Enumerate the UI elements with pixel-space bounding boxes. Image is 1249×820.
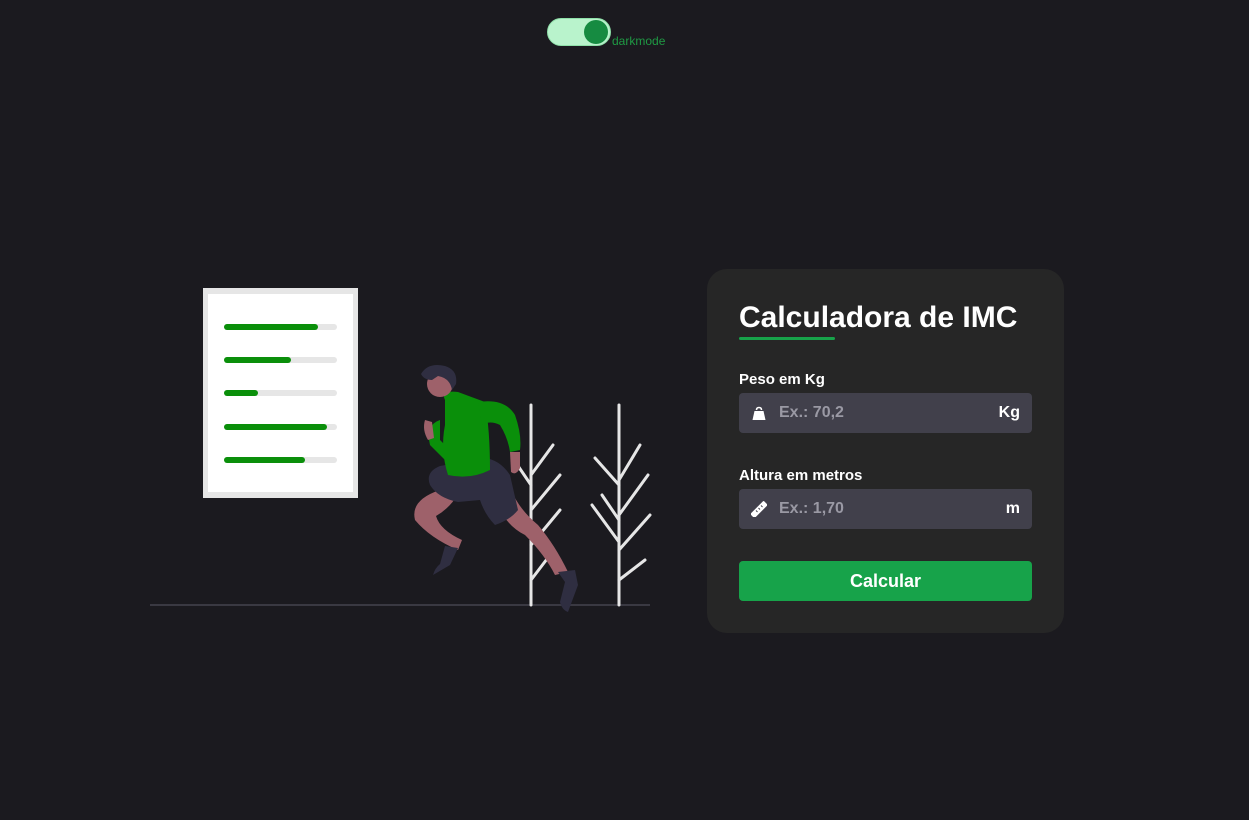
height-unit: m: [1005, 500, 1020, 517]
runner: [414, 365, 578, 612]
weight-icon: [752, 406, 766, 420]
weight-unit: Kg: [998, 404, 1020, 421]
weight-label: Peso em Kg: [739, 371, 825, 388]
plant-right: [590, 403, 652, 607]
height-label: Altura em metros: [739, 467, 863, 484]
darkmode-toggle-group: darkmode: [547, 18, 666, 48]
progress-chart-card: [203, 288, 358, 498]
runner-illustration: [150, 288, 652, 612]
weight-field[interactable]: Kg: [739, 393, 1032, 433]
calculator-title: Calculadora de IMC: [739, 301, 1018, 334]
weight-input[interactable]: [779, 404, 999, 422]
bmi-calculator-card: Calculadora de IMC Peso em Kg Kg Altura …: [707, 269, 1064, 633]
height-field[interactable]: m: [739, 489, 1032, 529]
toggle-knob: [584, 20, 608, 44]
title-underline: [739, 337, 835, 340]
darkmode-toggle[interactable]: [547, 18, 611, 46]
darkmode-label: darkmode: [612, 34, 666, 48]
ruler-icon: [751, 501, 767, 517]
height-input[interactable]: [779, 500, 1006, 518]
calculate-button[interactable]: Calcular: [739, 561, 1032, 601]
